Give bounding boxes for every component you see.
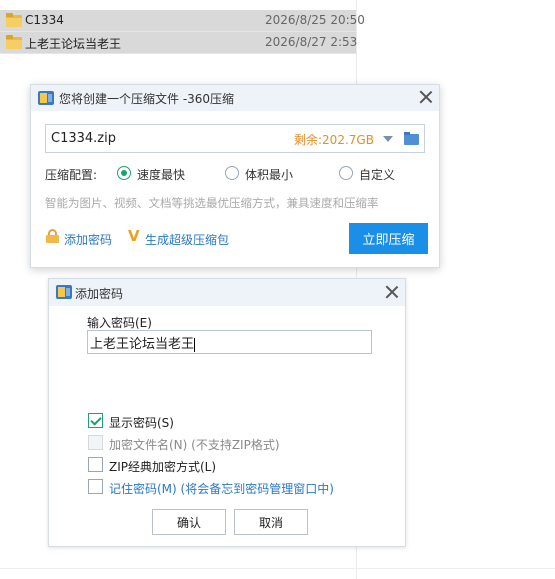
close-icon[interactable]: [419, 90, 433, 104]
radio-custom-label[interactable]: 自定义: [359, 166, 395, 183]
file-row[interactable]: 上老王论坛当老王 2026/8/27 2:53: [0, 32, 358, 54]
file-name: C1334: [25, 13, 64, 27]
show-password-checkbox[interactable]: [88, 413, 103, 428]
radio-fastest[interactable]: [117, 166, 131, 180]
config-label: 压缩配置:: [45, 168, 98, 182]
compress-hint: 智能为图片、视频、文档等挑选最优压缩方式，兼具速度和压缩率: [45, 196, 379, 210]
app-icon: [56, 285, 72, 299]
dialog-titlebar: 您将创建一个压缩文件 -360压缩: [31, 85, 439, 111]
file-date: 2026/8/25 20:50: [265, 13, 365, 27]
folder-icon: [6, 35, 22, 49]
close-icon[interactable]: [385, 285, 399, 299]
remaining-space: 剩余:202.7GB: [294, 133, 374, 147]
folder-icon[interactable]: [404, 132, 419, 145]
encrypt-filenames-checkbox: [88, 435, 103, 450]
radio-smallest-label[interactable]: 体积最小: [245, 166, 293, 183]
zip-classic-encryption-label[interactable]: ZIP经典加密方式(L): [109, 458, 216, 475]
app-icon: [38, 91, 54, 105]
lock-icon: [46, 229, 59, 243]
ok-button[interactable]: 确认: [152, 509, 226, 535]
v-badge-icon: V: [128, 227, 140, 245]
password-label: 输入密码(E): [87, 316, 152, 330]
file-list: C1334 2026/8/25 20:50 上老王论坛当老王 2026/8/27…: [0, 10, 365, 54]
add-password-link[interactable]: 添加密码: [64, 231, 112, 248]
compress-dialog: 您将创建一个压缩文件 -360压缩 C1334.zip 剩余:202.7GB 压…: [30, 84, 440, 268]
show-password-label[interactable]: 显示密码(S): [109, 414, 174, 431]
folder-icon: [6, 13, 22, 27]
file-date: 2026/8/27 2:53: [265, 35, 358, 49]
password-dialog: 添加密码 输入密码(E) 上老王论坛当老王 显示密码(S) 加密文件名(N) (…: [48, 278, 406, 547]
dialog-title: 您将创建一个压缩文件 -360压缩: [59, 92, 235, 106]
archive-path-value[interactable]: C1334.zip: [51, 131, 116, 146]
radio-smallest[interactable]: [225, 166, 239, 180]
password-input[interactable]: 上老王论坛当老王: [87, 330, 372, 354]
file-row[interactable]: C1334 2026/8/25 20:50: [0, 10, 365, 32]
dropdown-arrow-icon[interactable]: [383, 136, 393, 142]
radio-custom[interactable]: [339, 166, 353, 180]
dialog-title: 添加密码: [75, 287, 124, 301]
encrypt-filenames-label: 加密文件名(N) (不支持ZIP格式): [109, 438, 280, 452]
password-value[interactable]: 上老王论坛当老王: [90, 337, 194, 352]
remember-password-label[interactable]: 记住密码(M) (将会备忘到密码管理窗口中): [109, 480, 334, 497]
compress-now-button[interactable]: 立即压缩: [349, 223, 428, 254]
dialog-titlebar: 添加密码: [49, 279, 405, 306]
super-package-link[interactable]: 生成超级压缩包: [145, 231, 229, 248]
archive-path-input[interactable]: C1334.zip 剩余:202.7GB: [45, 124, 425, 153]
bottom-divider: [0, 568, 555, 569]
radio-fastest-label[interactable]: 速度最快: [137, 166, 185, 183]
zip-classic-encryption-checkbox[interactable]: [88, 457, 103, 472]
remember-password-checkbox[interactable]: [88, 479, 103, 494]
file-name: 上老王论坛当老王: [25, 37, 122, 51]
cancel-button[interactable]: 取消: [234, 509, 308, 535]
text-caret: [194, 337, 196, 352]
